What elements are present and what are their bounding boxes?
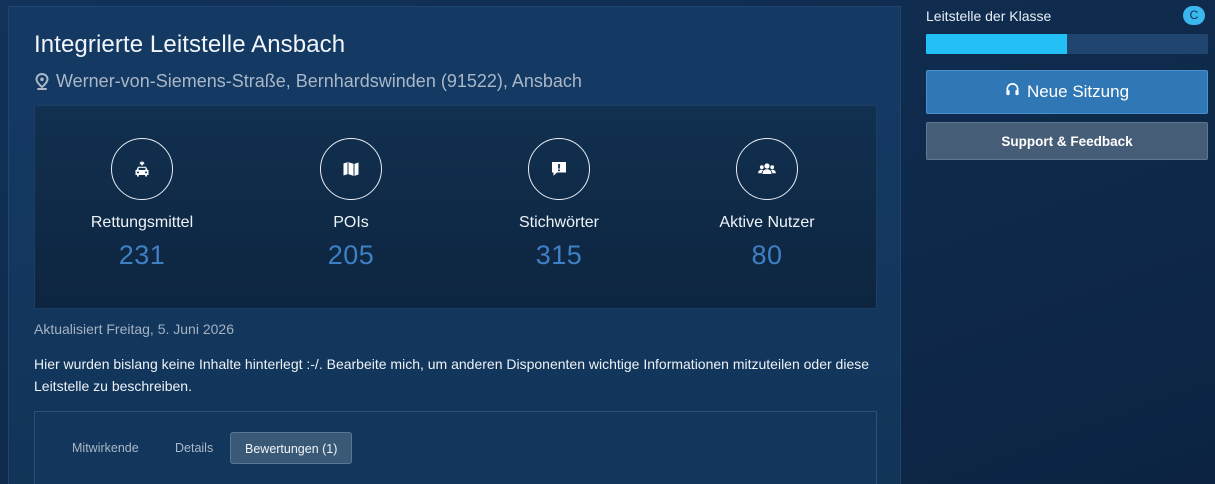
page-title: Integrierte Leitstelle Ansbach <box>34 31 346 58</box>
stat-stichwoerter: Stichwörter 315 <box>459 138 659 271</box>
alert-comment-icon <box>528 138 590 200</box>
tabs-panel: Mitwirkende Details Bewertungen (1) <box>34 411 877 484</box>
new-session-button[interactable]: Neue Sitzung <box>926 70 1208 114</box>
stat-pois: POIs 205 <box>251 138 451 271</box>
stat-label: Stichwörter <box>518 214 600 231</box>
stat-label: Aktive Nutzer <box>719 214 815 231</box>
address: Werner-von-Siemens-Straße, Bernhardswind… <box>34 71 582 92</box>
control-center-card: Integrierte Leitstelle Ansbach Werner-vo… <box>8 6 901 484</box>
map-pin-icon <box>34 72 50 91</box>
stat-rettungsmittel: Rettungsmittel 231 <box>42 138 242 271</box>
support-feedback-label: Support & Feedback <box>1001 133 1133 149</box>
stat-value: 315 <box>535 240 583 270</box>
class-progress-bar <box>926 34 1208 54</box>
tab-mitwirkende[interactable]: Mitwirkende <box>60 432 151 464</box>
class-label: Leitstelle der Klasse <box>926 8 1052 24</box>
last-updated: Aktualisiert Freitag, 5. Juni 2026 <box>34 321 234 337</box>
map-icon <box>320 138 382 200</box>
class-progress-fill <box>926 34 1067 54</box>
stat-aktive-nutzer: Aktive Nutzer 80 <box>667 138 867 271</box>
description: Hier wurden bislang keine Inhalte hinter… <box>34 356 870 394</box>
stat-label: Rettungsmittel <box>90 214 194 231</box>
class-badge: C <box>1183 6 1205 25</box>
address-text: Werner-von-Siemens-Straße, Bernhardswind… <box>56 71 582 91</box>
stat-value: 231 <box>118 240 166 270</box>
headset-icon <box>1005 82 1020 102</box>
ambulance-icon <box>111 138 173 200</box>
stats-panel: Rettungsmittel 231 POIs 205 Stichwörter … <box>34 105 877 309</box>
users-icon <box>736 138 798 200</box>
stat-value: 205 <box>327 240 375 270</box>
stat-value: 80 <box>751 240 783 270</box>
tab-bewertungen[interactable]: Bewertungen (1) <box>230 432 353 464</box>
stat-label: POIs <box>333 214 369 231</box>
tab-details[interactable]: Details <box>163 432 225 464</box>
support-feedback-button[interactable]: Support & Feedback <box>926 122 1208 160</box>
new-session-label: Neue Sitzung <box>1026 82 1130 101</box>
page: Integrierte Leitstelle Ansbach Werner-vo… <box>0 0 1215 484</box>
